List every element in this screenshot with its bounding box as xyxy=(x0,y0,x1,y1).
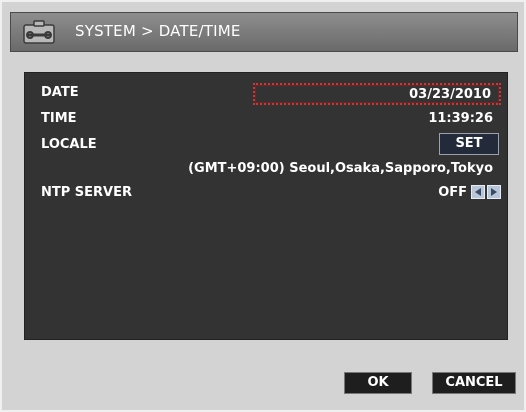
ntp-server-label: NTP SERVER xyxy=(41,185,133,200)
date-field[interactable]: 03/23/2010 xyxy=(253,83,501,105)
ok-button[interactable]: OK xyxy=(344,372,412,394)
arrow-left-icon[interactable] xyxy=(471,185,485,199)
settings-panel: DATE 03/23/2010 TIME 11:39:26 LOCALE SET… xyxy=(24,72,508,340)
ntp-server-value: OFF xyxy=(438,185,467,200)
time-label: TIME xyxy=(41,111,77,126)
date-value: 03/23/2010 xyxy=(409,87,491,102)
locale-label: LOCALE xyxy=(41,137,97,152)
locale-set-button[interactable]: SET xyxy=(439,133,499,155)
page-title: SYSTEM > DATE/TIME xyxy=(75,22,241,40)
date-label: DATE xyxy=(41,85,79,100)
wrench-icon xyxy=(23,20,55,44)
date-time-window: SYSTEM > DATE/TIME DATE 03/23/2010 TIME … xyxy=(0,0,526,412)
title-bar: SYSTEM > DATE/TIME xyxy=(10,12,518,52)
time-value[interactable]: 11:39:26 xyxy=(428,111,493,126)
locale-value: (GMT+09:00) Seoul,Osaka,Sapporo,Tokyo xyxy=(188,161,493,176)
arrow-right-icon[interactable] xyxy=(487,185,501,199)
cancel-button[interactable]: CANCEL xyxy=(432,372,516,394)
